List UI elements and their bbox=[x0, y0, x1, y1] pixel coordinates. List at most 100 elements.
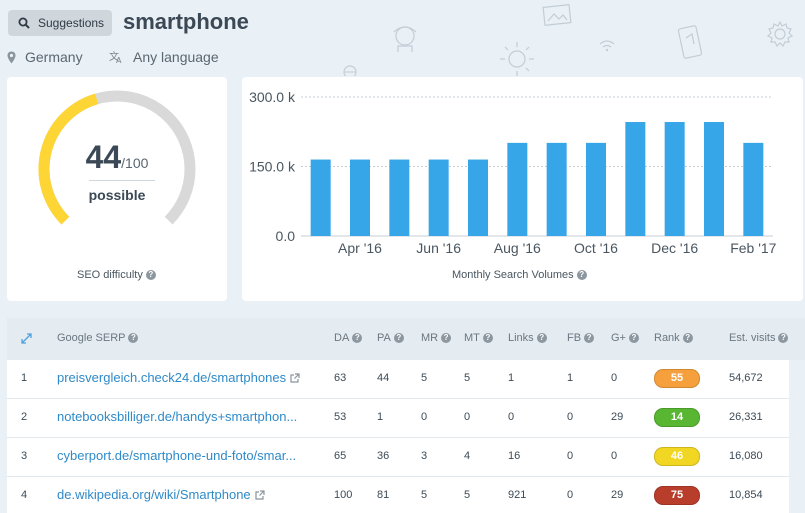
x-tick-label: Aug '16 bbox=[494, 240, 541, 256]
pa-value: 44 bbox=[377, 372, 390, 384]
gplus-value: 29 bbox=[611, 411, 624, 423]
x-tick-label: Oct '16 bbox=[574, 240, 618, 256]
location-label: Germany bbox=[25, 49, 83, 65]
bar bbox=[625, 122, 646, 236]
col-mt[interactable]: MT? bbox=[464, 332, 493, 344]
search-volume-chart: 0.0 150.0 k 300.0 k Apr '16 Jun '16 Aug '16 Oc… bbox=[249, 89, 777, 256]
gauge-divider bbox=[89, 180, 155, 181]
mt-value: 4 bbox=[464, 450, 471, 462]
help-icon: ? bbox=[441, 333, 452, 343]
est-visits-value: 54,672 bbox=[729, 372, 763, 384]
expand-icon[interactable] bbox=[21, 333, 32, 344]
x-tick-label: Jun '16 bbox=[416, 240, 461, 256]
help-icon: ? bbox=[536, 333, 547, 343]
links-value: 1 bbox=[508, 372, 515, 384]
seo-difficulty-label: possible bbox=[88, 187, 146, 203]
location-filter[interactable]: Germany bbox=[7, 49, 83, 65]
external-link-icon[interactable] bbox=[255, 489, 265, 500]
chart-caption: Monthly Search Volumes ? bbox=[452, 269, 587, 281]
links-value: 921 bbox=[508, 489, 527, 501]
suggestions-label: Suggestions bbox=[38, 16, 105, 30]
bar bbox=[664, 122, 685, 236]
table-row: 1 preisvergleich.check24.de/smartphones 63… bbox=[7, 360, 789, 399]
row-number: 4 bbox=[21, 489, 28, 501]
rank-badge: 55 bbox=[654, 369, 700, 388]
row-number: 3 bbox=[21, 450, 28, 462]
links-value: 0 bbox=[508, 411, 515, 423]
translate-icon: 文A bbox=[109, 50, 122, 64]
help-icon: ? bbox=[584, 333, 595, 343]
row-number: 2 bbox=[21, 411, 28, 423]
globe-doodle-icon bbox=[343, 65, 357, 76]
bar bbox=[428, 159, 449, 236]
language-filter[interactable]: 文A Any language bbox=[109, 49, 219, 65]
svg-text:A: A bbox=[116, 56, 122, 64]
help-icon: ? bbox=[128, 333, 139, 343]
fb-value: 1 bbox=[567, 372, 574, 384]
fb-value: 0 bbox=[567, 411, 574, 423]
keyword-title: smartphone bbox=[123, 9, 249, 34]
person-doodle-icon bbox=[393, 26, 417, 52]
col-est-visits[interactable]: Est. visits? bbox=[729, 332, 789, 344]
help-icon: ? bbox=[393, 333, 404, 343]
serp-table: Google SERP? DA? PA? MR? MT? Links? FB? … bbox=[7, 318, 805, 513]
help-icon: ? bbox=[628, 333, 639, 343]
col-links[interactable]: Links? bbox=[508, 332, 547, 344]
col-gplus[interactable]: G+? bbox=[611, 332, 639, 344]
fb-value: 0 bbox=[567, 450, 574, 462]
suggestions-button[interactable]: Suggestions bbox=[8, 10, 112, 36]
mr-value: 5 bbox=[421, 489, 428, 501]
table-row: 2 notebooksbilliger.de/handys+smartphon..… bbox=[7, 399, 789, 438]
est-visits-value: 10,854 bbox=[729, 489, 763, 501]
mt-value: 5 bbox=[464, 489, 471, 501]
x-tick-label: Dec '16 bbox=[651, 240, 698, 256]
bar bbox=[468, 159, 488, 236]
gplus-value: 0 bbox=[611, 450, 618, 462]
help-icon: ? bbox=[352, 333, 363, 343]
gear-doodle-icon bbox=[766, 20, 794, 48]
est-visits-value: 16,080 bbox=[729, 450, 763, 462]
bar bbox=[350, 159, 370, 236]
bar bbox=[389, 159, 410, 236]
y-tick-label: 0.0 bbox=[276, 228, 296, 244]
language-label: Any language bbox=[133, 49, 219, 65]
help-icon[interactable]: ? bbox=[145, 270, 156, 280]
serp-url[interactable]: preisvergleich.check24.de/smartphones bbox=[57, 370, 309, 385]
col-rank[interactable]: Rank? bbox=[654, 332, 693, 344]
col-mr[interactable]: MR? bbox=[421, 332, 452, 344]
bar bbox=[310, 159, 331, 236]
sun-doodle-icon bbox=[500, 42, 534, 76]
bar bbox=[743, 142, 764, 236]
pa-value: 81 bbox=[377, 489, 390, 501]
chart-caption-text: Monthly Search Volumes bbox=[452, 269, 574, 281]
help-icon: ? bbox=[682, 333, 693, 343]
da-value: 53 bbox=[334, 411, 347, 423]
mt-value: 0 bbox=[464, 411, 471, 423]
help-icon[interactable]: ? bbox=[576, 270, 587, 280]
col-da[interactable]: DA? bbox=[334, 332, 363, 344]
serp-url[interactable]: cyberport.de/smartphone-und-foto/smar... bbox=[57, 448, 309, 463]
bar bbox=[586, 142, 606, 236]
monthly-search-volume-card: 0.0 150.0 k 300.0 k Apr '16 Jun '16 Aug '16 Oc… bbox=[242, 77, 803, 301]
fb-value: 0 bbox=[567, 489, 574, 501]
mr-value: 3 bbox=[421, 450, 428, 462]
search-icon bbox=[18, 17, 30, 29]
x-tick-label: Apr '16 bbox=[338, 240, 382, 256]
gauge-score: 44/100 bbox=[7, 139, 227, 176]
external-link-icon[interactable] bbox=[290, 372, 300, 383]
col-pa[interactable]: PA? bbox=[377, 332, 404, 344]
col-google-serp[interactable]: Google SERP? bbox=[57, 332, 139, 344]
help-icon: ? bbox=[482, 333, 493, 343]
y-tick-label: 150.0 k bbox=[249, 159, 296, 175]
links-value: 16 bbox=[508, 450, 521, 462]
x-tick-label: Feb '17 bbox=[730, 240, 776, 256]
da-value: 100 bbox=[334, 489, 353, 501]
mr-value: 5 bbox=[421, 372, 428, 384]
table-header: Google SERP? DA? PA? MR? MT? Links? FB? … bbox=[7, 318, 805, 360]
serp-url[interactable]: notebooksbilliger.de/handys+smartphon... bbox=[57, 409, 309, 424]
rank-badge: 75 bbox=[654, 486, 700, 505]
da-value: 65 bbox=[334, 450, 347, 462]
col-fb[interactable]: FB? bbox=[567, 332, 595, 344]
serp-url[interactable]: de.wikipedia.org/wiki/Smartphone bbox=[57, 487, 309, 502]
table-row: 3 cyberport.de/smartphone-und-foto/smar..… bbox=[7, 438, 789, 477]
